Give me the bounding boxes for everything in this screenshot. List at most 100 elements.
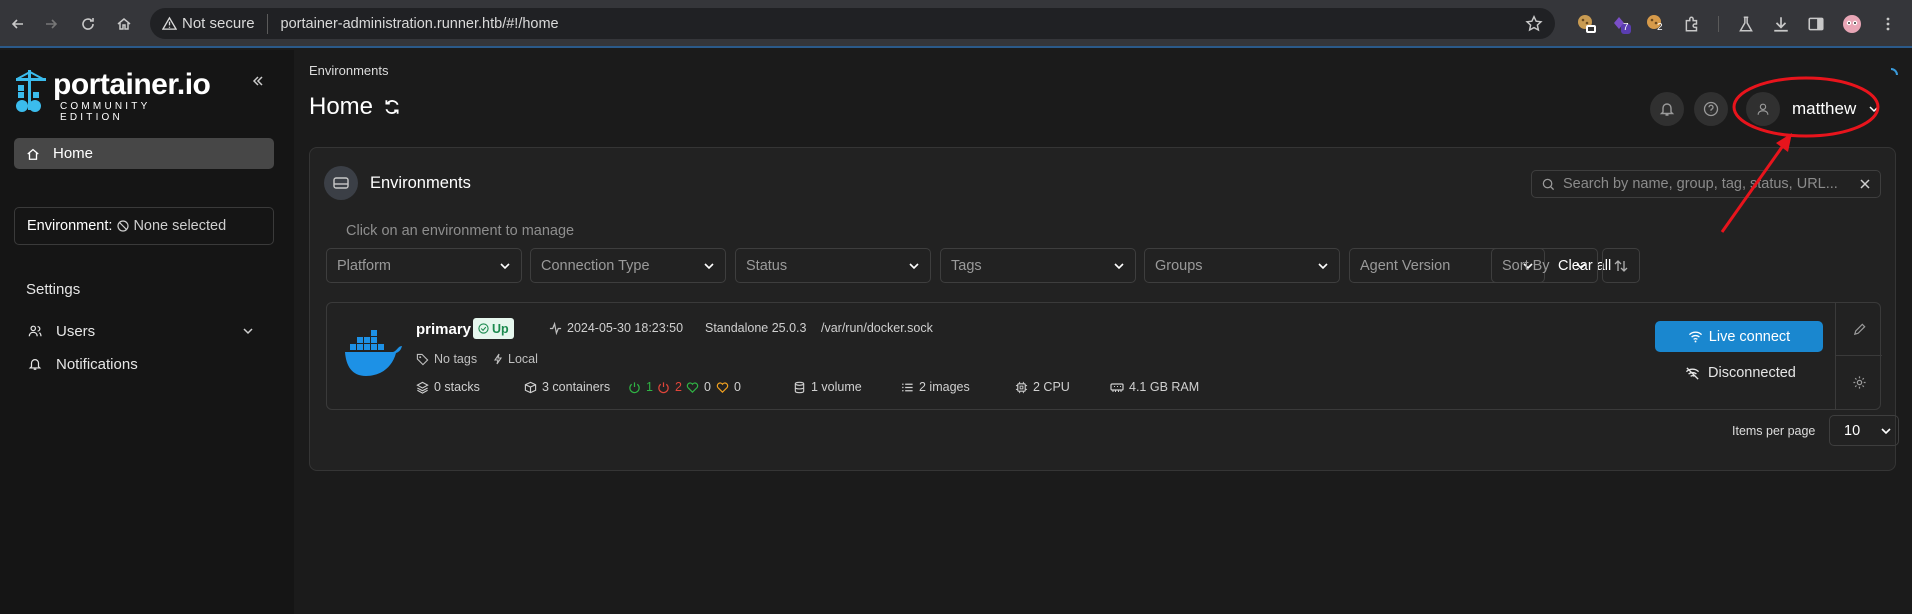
bookmark-star-icon[interactable] [1522, 12, 1546, 36]
live-connect-button[interactable]: Live connect [1655, 321, 1823, 352]
volumes-count: 1 volume [793, 380, 862, 394]
containers-count: 3 containers [524, 380, 610, 394]
status-badge: Up [473, 318, 514, 339]
sidebar-item-notifications[interactable]: Notifications [28, 352, 268, 376]
users-icon [28, 325, 42, 337]
notifications-button[interactable] [1650, 92, 1684, 126]
download-icon[interactable] [1769, 12, 1793, 36]
stopped-count: 2 [657, 380, 682, 394]
power-off-icon [658, 381, 669, 393]
connection-state: Disconnected [1685, 365, 1796, 381]
filter-label: Platform [337, 257, 391, 274]
edit-environment-button[interactable] [1836, 303, 1882, 356]
box-icon [524, 381, 537, 393]
refresh-icon[interactable] [383, 98, 401, 116]
breadcrumb[interactable]: Environments [309, 63, 388, 78]
filter-connection-type[interactable]: Connection Type [530, 248, 726, 283]
sort-by-select[interactable]: Sort By [1491, 248, 1598, 283]
forward-icon[interactable] [39, 12, 63, 36]
environment-label: Environment: [27, 218, 113, 234]
extension-cookie2-icon[interactable]: 2 [1643, 12, 1667, 36]
user-icon [1757, 103, 1769, 115]
double-chevron-left-icon [252, 76, 263, 86]
extension-cookie-icon[interactable] [1574, 12, 1598, 36]
portainer-logo-icon [16, 70, 46, 112]
cpu-icon [1015, 381, 1028, 393]
sidebar-item-label: Notifications [56, 355, 138, 373]
browser-menu-icon[interactable] [1876, 12, 1900, 36]
environment-tags: No tags [416, 352, 477, 366]
help-button[interactable] [1694, 92, 1728, 126]
user-menu[interactable]: matthew [1746, 92, 1880, 126]
toolbar-divider [1718, 16, 1719, 32]
environment-settings-button[interactable] [1836, 356, 1882, 409]
unhealthy-text: 0 [734, 380, 741, 394]
loading-spinner [1883, 67, 1899, 83]
side-panel-icon[interactable] [1804, 12, 1828, 36]
sidebar-item-home[interactable]: Home [14, 138, 274, 169]
filter-tags[interactable]: Tags [940, 248, 1136, 283]
not-secure-indicator[interactable]: Not secure [162, 13, 268, 34]
logo-subtitle: COMMUNITY EDITION [60, 101, 151, 123]
help-circle-icon [1703, 101, 1719, 117]
sidebar-item-users[interactable]: Users [28, 319, 268, 343]
labs-flask-icon[interactable] [1734, 12, 1758, 36]
home-icon[interactable] [112, 12, 136, 36]
cpu-count: 2 CPU [1015, 380, 1070, 394]
containers-text: 3 containers [542, 380, 611, 394]
items-per-page-select[interactable]: 10 [1829, 415, 1899, 446]
chevron-down-icon [1576, 262, 1586, 269]
address-bar[interactable]: Not secure portainer-administration.runn… [150, 8, 1555, 39]
status-text: Up [492, 321, 509, 336]
click-hint: Click on an environment to manage [346, 223, 575, 239]
card-actions [1835, 303, 1882, 409]
reload-icon[interactable] [76, 12, 100, 36]
items-per-page-label: Items per page [1732, 424, 1816, 438]
not-secure-label: Not secure [182, 15, 255, 32]
list-icon [902, 383, 913, 391]
location-text: Local [508, 352, 538, 366]
search-icon [1542, 178, 1555, 190]
back-icon[interactable] [6, 12, 30, 36]
filter-groups[interactable]: Groups [1144, 248, 1340, 283]
environment-url: /var/run/docker.sock [821, 321, 933, 335]
filter-label: Agent Version [1360, 257, 1451, 274]
filter-label: Status [746, 257, 788, 274]
filter-status[interactable]: Status [735, 248, 931, 283]
filter-platform[interactable]: Platform [326, 248, 522, 283]
tag-icon [416, 353, 429, 365]
close-icon[interactable] [1860, 179, 1870, 189]
portainer-logo[interactable]: portainer.io COMMUNITY EDITION [13, 68, 213, 123]
images-count: 2 images [901, 380, 970, 394]
wifi-icon [1688, 331, 1702, 343]
environment-selector[interactable]: Environment: None selected [14, 207, 274, 245]
pencil-icon [1853, 322, 1866, 335]
logo-text: portainer.io [53, 68, 211, 101]
chevron-down-icon [1881, 427, 1891, 434]
environment-value: None selected [133, 218, 227, 234]
collapse-sidebar-button[interactable] [246, 69, 270, 93]
main-content: Environments Home matthew Environments S… [294, 50, 1912, 614]
environment-location: Local [493, 352, 538, 366]
power-on-icon [629, 381, 640, 393]
warning-icon [162, 16, 177, 31]
chevron-down-icon[interactable] [242, 325, 254, 337]
database-icon [794, 381, 805, 393]
activity-icon [549, 321, 562, 335]
check-circle-icon [478, 323, 489, 334]
sort-arrows-icon [1614, 259, 1628, 272]
bell-icon [1659, 103, 1675, 116]
url-text[interactable]: portainer-administration.runner.htb/#!/h… [281, 16, 559, 32]
browser-toolbar: Not secure portainer-administration.runn… [0, 0, 1912, 48]
extensions-puzzle-icon[interactable] [1680, 12, 1704, 36]
sort-direction-button[interactable] [1602, 248, 1640, 283]
home-icon [27, 148, 39, 160]
filter-label: Groups [1155, 257, 1203, 274]
environment-card[interactable]: primary Up 2024-05-30 18:23:50 Standalon… [326, 302, 1882, 410]
ban-icon [117, 220, 130, 232]
environment-search-input[interactable]: Search by name, group, tag, status, URL.… [1531, 170, 1881, 198]
extension-puzzle-badge-icon[interactable]: 7 [1609, 12, 1633, 36]
profile-avatar-icon[interactable] [1840, 12, 1864, 36]
last-check-timestamp: 2024-05-30 18:23:50 [549, 321, 683, 335]
tags-text: No tags [434, 352, 478, 366]
